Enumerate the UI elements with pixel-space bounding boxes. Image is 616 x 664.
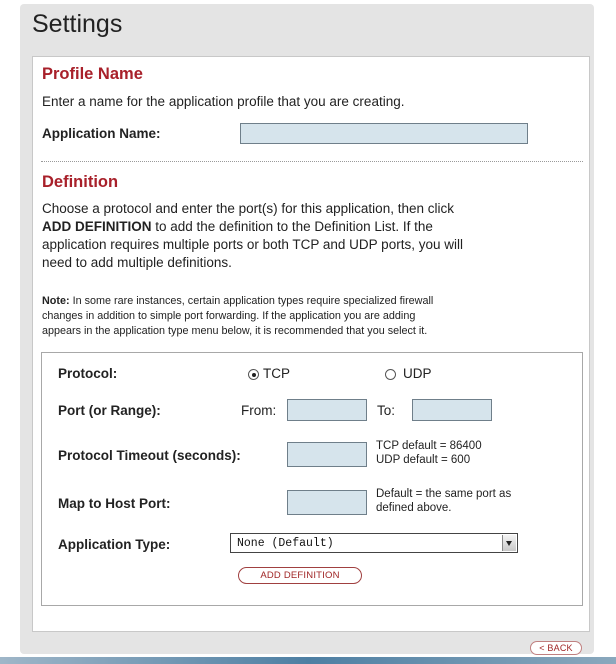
- port-from-input[interactable]: [287, 399, 367, 421]
- timeout-hint-udp: UDP default = 600: [376, 454, 471, 466]
- protocol-timeout-label: Protocol Timeout (seconds):: [58, 448, 241, 463]
- port-to-label: To:: [377, 403, 396, 418]
- map-host-port-label: Map to Host Port:: [58, 496, 171, 511]
- settings-window: Settings Profile Name Enter a name for t…: [20, 4, 594, 655]
- add-definition-emphasis: ADD DEFINITION: [42, 219, 152, 234]
- section-divider: [41, 161, 583, 162]
- application-name-label: Application Name:: [42, 126, 161, 141]
- definition-description: Choose a protocol and enter the port(s) …: [42, 200, 582, 272]
- map-host-port-hint: Default = the same port as defined above…: [376, 487, 511, 515]
- port-from-label: From:: [241, 403, 277, 418]
- note-text: Note: In some rare instances, certain ap…: [42, 294, 587, 339]
- definition-desc-line-2-rest: to add the definition to the Definition …: [151, 219, 433, 234]
- note-label: Note:: [42, 295, 70, 307]
- protocol-udp-radio[interactable]: [385, 369, 396, 380]
- add-definition-button[interactable]: ADD DEFINITION: [238, 567, 362, 584]
- map-host-port-input[interactable]: [287, 490, 367, 515]
- protocol-label: Protocol:: [58, 366, 118, 381]
- page-title: Settings: [32, 10, 123, 38]
- note-line-2: changes in addition to simple port forwa…: [42, 310, 416, 322]
- application-name-input[interactable]: [240, 123, 528, 144]
- profile-name-heading: Profile Name: [42, 65, 143, 83]
- application-type-select[interactable]: None (Default): [230, 533, 518, 553]
- protocol-udp-label: UDP: [403, 366, 432, 381]
- timeout-hint-tcp: TCP default = 86400: [376, 440, 482, 452]
- timeout-hint: TCP default = 86400 UDP default = 600: [376, 439, 482, 467]
- definition-heading: Definition: [42, 173, 119, 191]
- application-type-value: None (Default): [237, 537, 334, 550]
- protocol-tcp-label: TCP: [263, 366, 290, 381]
- definition-desc-line-1: Choose a protocol and enter the port(s) …: [42, 201, 454, 216]
- note-line-1-text: In some rare instances, certain applicat…: [69, 295, 434, 307]
- back-button[interactable]: < BACK: [530, 641, 582, 655]
- protocol-tcp-radio[interactable]: [248, 369, 259, 380]
- definition-desc-line-3: application requires multiple ports or b…: [42, 237, 463, 252]
- chevron-down-icon[interactable]: [502, 535, 516, 551]
- note-line-1: Note: In some rare instances, certain ap…: [42, 294, 587, 309]
- note-line-3: appears in the application type menu bel…: [42, 325, 428, 337]
- settings-panel: Profile Name Enter a name for the applic…: [32, 56, 590, 632]
- map-hint-line-2: defined above.: [376, 502, 452, 514]
- application-type-label: Application Type:: [58, 537, 171, 552]
- bottom-accent-bar: [0, 657, 616, 664]
- definition-desc-line-2: ADD DEFINITION to add the definition to …: [42, 218, 582, 236]
- definition-form: Protocol: TCP UDP Port (or Range): From:…: [41, 352, 583, 606]
- definition-desc-line-4: need to add multiple definitions.: [42, 255, 232, 270]
- protocol-timeout-input[interactable]: [287, 442, 367, 467]
- port-to-input[interactable]: [412, 399, 492, 421]
- profile-description: Enter a name for the application profile…: [42, 94, 405, 109]
- map-hint-line-1: Default = the same port as: [376, 488, 512, 500]
- port-range-label: Port (or Range):: [58, 403, 161, 418]
